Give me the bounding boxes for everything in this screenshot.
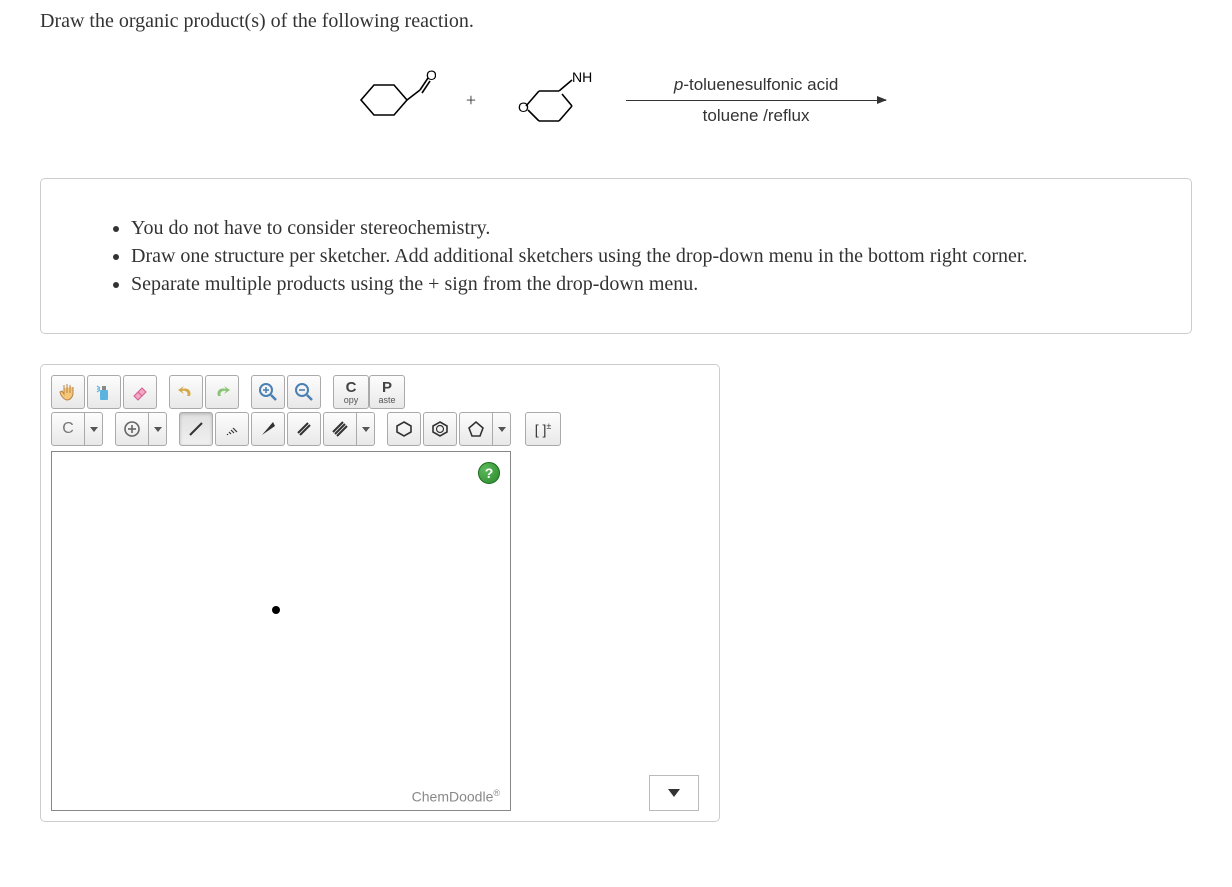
cyclopentane-button[interactable] [459,412,493,446]
charge-bracket-button[interactable]: [ ]± [525,412,561,446]
benzene-button[interactable] [423,412,457,446]
add-atom-button[interactable] [115,412,149,446]
instruction-item: Draw one structure per sketcher. Add add… [131,242,1151,270]
reaction-arrow: p-toluenesulfonic acid toluene /reflux [626,75,886,126]
undo-button[interactable] [169,375,203,409]
zoom-out-button[interactable] [287,375,321,409]
plus-sign: + [466,90,476,111]
svg-text:O: O [518,99,529,115]
recessed-bond-button[interactable] [215,412,249,446]
sketcher-container: Copy Paste C [40,364,720,822]
canvas-start-dot [272,606,280,614]
reactant1-structure: O [346,68,436,133]
element-picker-button[interactable]: C [51,412,85,446]
toolbar-row-2: C [51,412,709,446]
svg-text:NH: NH [572,69,592,85]
reactant2-structure: O NH [506,68,596,133]
toolbar-row-1: Copy Paste [51,375,709,409]
spray-tool-button[interactable] [87,375,121,409]
arrow-conditions-bottom: toluene /reflux [703,106,810,126]
help-button[interactable]: ? [478,462,500,484]
single-bond-button[interactable] [179,412,213,446]
ring-dropdown[interactable] [493,412,511,446]
element-picker-dropdown[interactable] [85,412,103,446]
drawing-canvas[interactable]: ? ChemDoodle® [51,451,511,811]
instruction-item: Separate multiple products using the + s… [131,270,1151,298]
cyclohexane-button[interactable] [387,412,421,446]
redo-button[interactable] [205,375,239,409]
question-text: Draw the organic product(s) of the follo… [40,10,1192,33]
add-atom-dropdown[interactable] [149,412,167,446]
erase-tool-button[interactable] [123,375,157,409]
triple-bond-button[interactable] [323,412,357,446]
reaction-scheme: O + O NH p-toluenesulfonic acid toluene … [40,53,1192,163]
pan-tool-button[interactable] [51,375,85,409]
copy-button[interactable]: Copy [333,375,369,409]
chemdoodle-brand: ChemDoodle® [412,788,500,805]
paste-button[interactable]: Paste [369,375,405,409]
bond-dropdown[interactable] [357,412,375,446]
arrow-conditions-top: p-toluenesulfonic acid [674,75,838,95]
wedge-bond-button[interactable] [251,412,285,446]
add-sketcher-dropdown[interactable] [649,775,699,811]
instructions-panel: You do not have to consider stereochemis… [40,178,1192,334]
svg-text:O: O [426,68,436,83]
double-bond-button[interactable] [287,412,321,446]
instruction-item: You do not have to consider stereochemis… [131,214,1151,242]
zoom-in-button[interactable] [251,375,285,409]
